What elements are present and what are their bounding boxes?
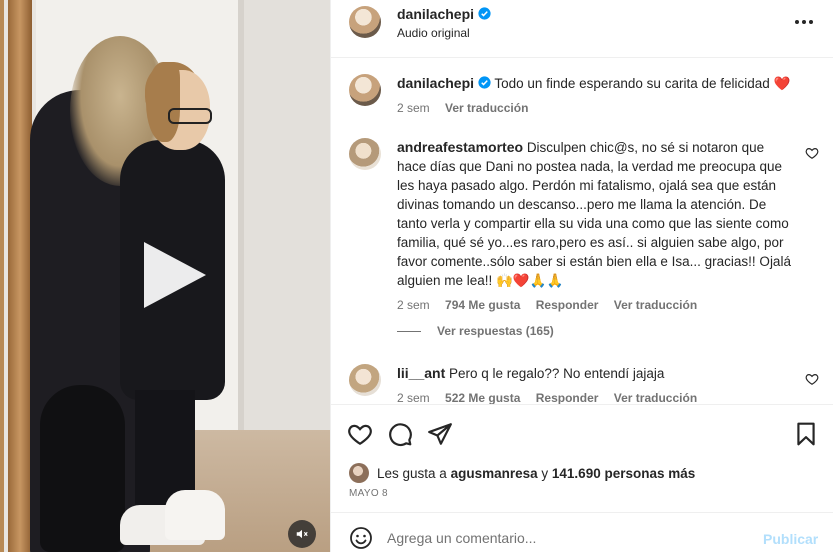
avatar[interactable] xyxy=(349,138,381,170)
translate-link[interactable]: Ver traducción xyxy=(614,298,697,312)
comment-username[interactable]: lii__ant xyxy=(397,365,445,381)
post-username[interactable]: danilachepi xyxy=(397,6,474,22)
post-author: danilachepi xyxy=(397,6,491,22)
translate-link[interactable]: Ver traducción xyxy=(614,391,697,404)
comment-input[interactable] xyxy=(387,525,747,551)
caption-username[interactable]: danilachepi xyxy=(397,75,474,91)
video-dog xyxy=(40,385,125,552)
reply-button[interactable]: Responder xyxy=(536,298,599,312)
verified-badge-icon xyxy=(478,7,491,20)
more-icon[interactable] xyxy=(793,14,815,30)
likes-user-link[interactable]: agusmanresa xyxy=(451,466,538,481)
view-replies-button[interactable]: Ver respuestas (165) xyxy=(397,324,554,338)
comment-time[interactable]: 2 sem xyxy=(397,298,430,312)
mute-icon xyxy=(296,529,308,539)
bookmark-icon[interactable] xyxy=(793,421,819,447)
play-icon[interactable] xyxy=(140,240,210,310)
caption-meta: 2 sem Ver traducción xyxy=(397,99,797,118)
comment-body: lii__ant Pero q le regalo?? No entendí j… xyxy=(397,364,797,404)
post-actions: Les gusta a agusmanresa y 141.690 person… xyxy=(331,404,833,512)
comment-likes[interactable]: 794 Me gusta xyxy=(445,298,520,312)
post-date[interactable]: MAYO 8 xyxy=(349,488,388,499)
verified-badge-icon xyxy=(478,76,491,89)
comment-username[interactable]: andreafestamorteo xyxy=(397,139,523,155)
avatar[interactable] xyxy=(349,74,381,106)
post-header: danilachepi Audio original xyxy=(331,0,833,58)
audio-label[interactable]: Audio original xyxy=(397,26,470,40)
comment-body: andreafestamorteo Disculpen chic@s, no s… xyxy=(397,138,797,315)
avatar[interactable] xyxy=(349,463,369,483)
comment-meta: 2 sem 794 Me gusta Responder Ver traducc… xyxy=(397,296,797,315)
replies-divider xyxy=(397,330,421,332)
wall-frame xyxy=(238,0,244,500)
heart-icon[interactable] xyxy=(805,372,819,386)
door-frame xyxy=(8,0,32,552)
video-player[interactable] xyxy=(0,0,330,552)
comment-time[interactable]: 2 sem xyxy=(397,391,430,404)
post-modal: danilachepi Audio original danilachepi T… xyxy=(0,0,833,552)
comment-text: Disculpen chic@s, no sé si notaron que h… xyxy=(397,140,791,288)
heart-icon[interactable] xyxy=(805,146,819,160)
view-replies-label: Ver respuestas (165) xyxy=(437,324,554,338)
avatar[interactable] xyxy=(349,6,381,38)
likes-others-link[interactable]: 141.690 personas más xyxy=(552,466,695,481)
caption-time[interactable]: 2 sem xyxy=(397,101,430,115)
heart-icon[interactable] xyxy=(347,421,373,447)
video-child-glasses xyxy=(168,108,212,124)
likes-prefix: Les gusta a xyxy=(377,465,447,481)
caption-body: danilachepi Todo un finde esperando su c… xyxy=(397,74,797,118)
post-side-panel: danilachepi Audio original danilachepi T… xyxy=(330,0,833,552)
video-shoe xyxy=(165,490,225,540)
translate-link[interactable]: Ver traducción xyxy=(445,101,528,115)
comment-meta: 2 sem 522 Me gusta Responder Ver traducc… xyxy=(397,389,797,404)
comments-list[interactable]: danilachepi Todo un finde esperando su c… xyxy=(331,58,833,404)
comment-composer: Publicar xyxy=(331,512,833,552)
avatar[interactable] xyxy=(349,364,381,396)
emoji-icon[interactable] xyxy=(349,526,373,550)
reply-button[interactable]: Responder xyxy=(536,391,599,404)
caption-text: Todo un finde esperando su carita de fel… xyxy=(494,76,791,91)
comment-likes[interactable]: 522 Me gusta xyxy=(445,391,520,404)
publish-button[interactable]: Publicar xyxy=(763,531,818,547)
likes-middle: y xyxy=(541,465,549,481)
share-icon[interactable] xyxy=(427,421,453,447)
likes-summary: Les gusta a agusmanresa y 141.690 person… xyxy=(349,463,695,483)
video-child-hair-back xyxy=(146,62,180,142)
mute-button[interactable] xyxy=(288,520,316,548)
comment-text: Pero q le regalo?? No entendí jajaja xyxy=(449,366,665,381)
comment-icon[interactable] xyxy=(387,421,413,447)
